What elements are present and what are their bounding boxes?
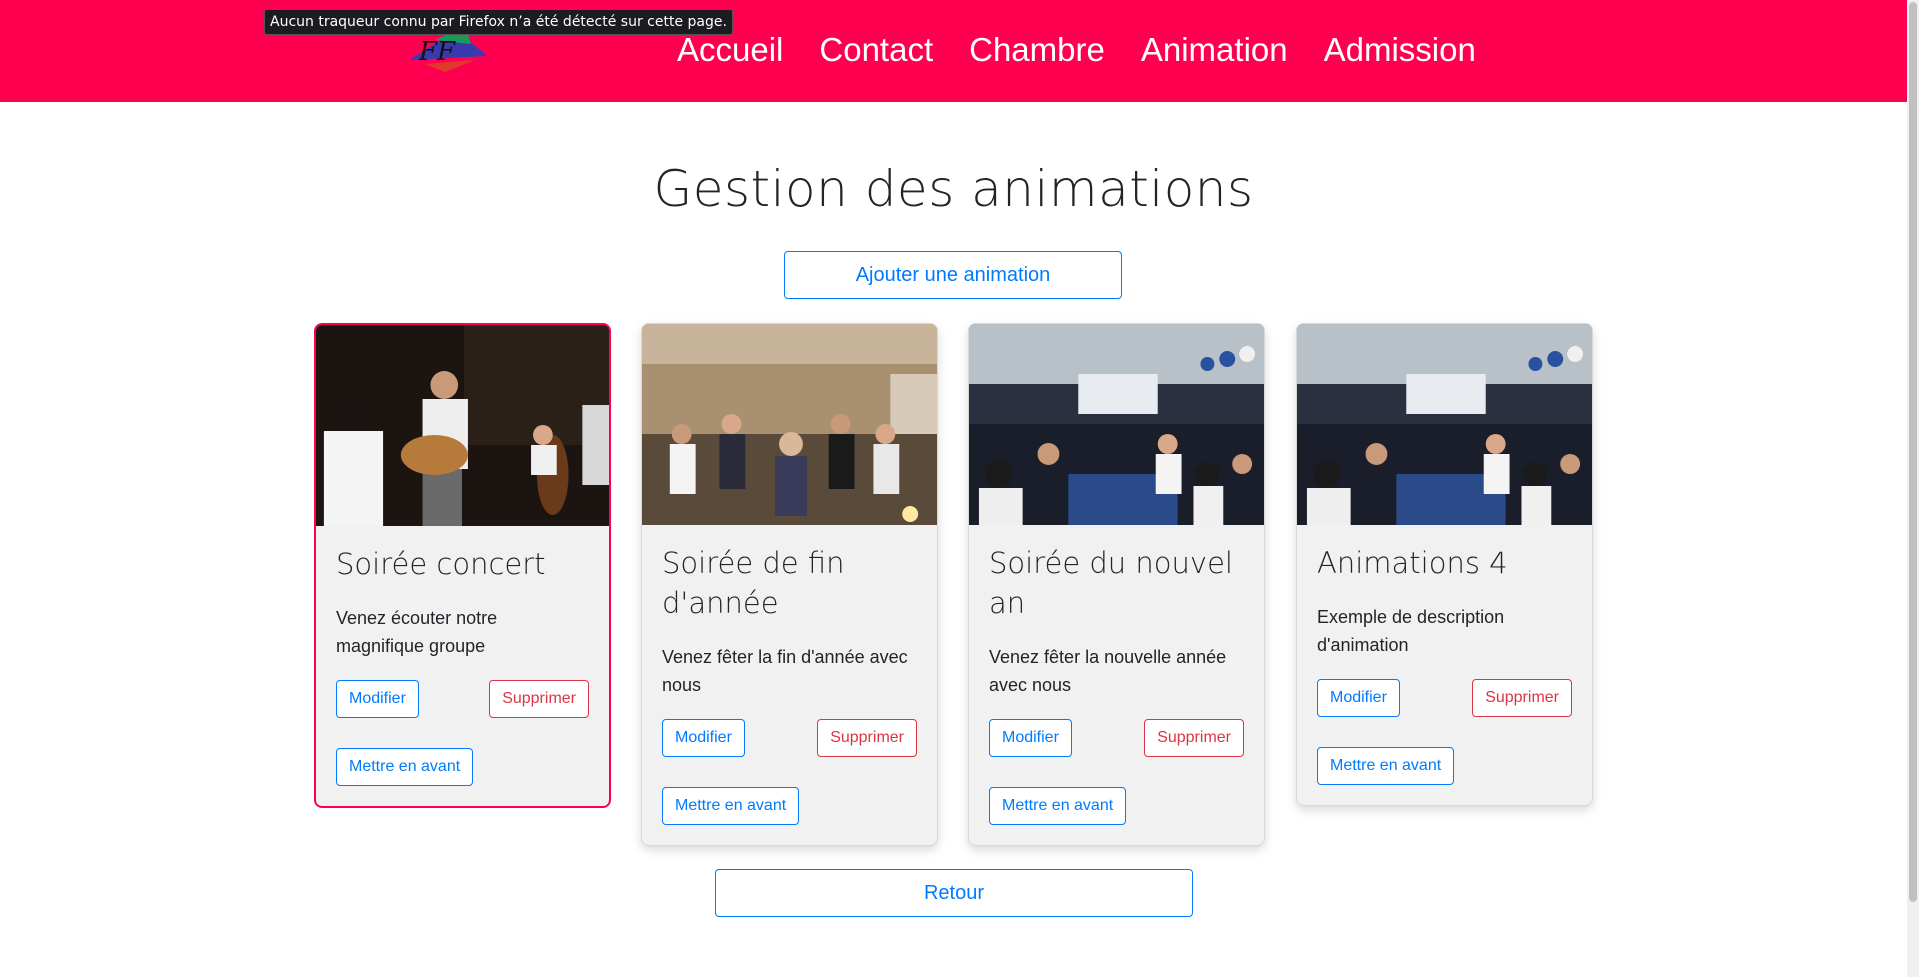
animation-card: Animations 4 Exemple de description d'an… <box>1296 323 1593 806</box>
nav-link-admission[interactable]: Admission <box>1324 28 1476 72</box>
delete-button[interactable]: Supprimer <box>817 719 917 757</box>
card-text: Venez écouter notre magnifique groupe <box>336 608 498 656</box>
nav-link-contact[interactable]: Contact <box>819 28 933 72</box>
edit-button[interactable]: Modifier <box>662 719 745 757</box>
edit-button[interactable]: Modifier <box>336 680 419 718</box>
delete-button[interactable]: Supprimer <box>1472 679 1572 717</box>
delete-button[interactable]: Supprimer <box>1144 719 1244 757</box>
animation-card: Soirée de fin d'année Venez fêter la fin… <box>641 323 938 846</box>
animation-card: Soirée concert Venez écouter notre magni… <box>314 323 611 808</box>
tracker-tooltip: Aucun traqueur connu par Firefox n’a été… <box>264 9 733 35</box>
svg-text:FF: FF <box>418 37 456 67</box>
add-animation-button[interactable]: Ajouter une animation <box>784 251 1122 299</box>
card-title: Soirée de fin d'année <box>662 546 845 620</box>
scrollbar[interactable] <box>1907 0 1919 977</box>
edit-button[interactable]: Modifier <box>989 719 1072 757</box>
edit-button[interactable]: Modifier <box>1317 679 1400 717</box>
feature-button[interactable]: Mettre en avant <box>662 787 800 825</box>
back-button[interactable]: Retour <box>715 869 1193 917</box>
card-text: Venez fêter la nouvelle année avec nous <box>989 647 1227 695</box>
delete-button[interactable]: Supprimer <box>489 680 589 718</box>
scrollbar-thumb[interactable] <box>1909 2 1917 902</box>
card-image-end-of-year <box>642 324 937 525</box>
nav-link-animation[interactable]: Animation <box>1141 28 1288 72</box>
card-text: Exemple de description d'animation <box>1317 607 1505 655</box>
page-title: Gestion des animations <box>653 160 1254 218</box>
card-image-new-year <box>969 324 1264 525</box>
card-title: Animations 4 <box>1317 546 1508 580</box>
animation-card: Soirée du nouvel an Venez fêter la nouve… <box>968 323 1265 846</box>
card-text: Venez fêter la fin d'année avec nous <box>662 647 908 695</box>
feature-button[interactable]: Mettre en avant <box>1317 747 1455 785</box>
card-title: Soirée du nouvel an <box>989 546 1233 620</box>
feature-button[interactable]: Mettre en avant <box>336 748 474 786</box>
feature-button[interactable]: Mettre en avant <box>989 787 1127 825</box>
card-image-concert <box>316 325 609 526</box>
card-image-animation-4 <box>1297 324 1592 525</box>
card-title: Soirée concert <box>336 547 546 581</box>
nav-link-chambre[interactable]: Chambre <box>969 28 1105 72</box>
